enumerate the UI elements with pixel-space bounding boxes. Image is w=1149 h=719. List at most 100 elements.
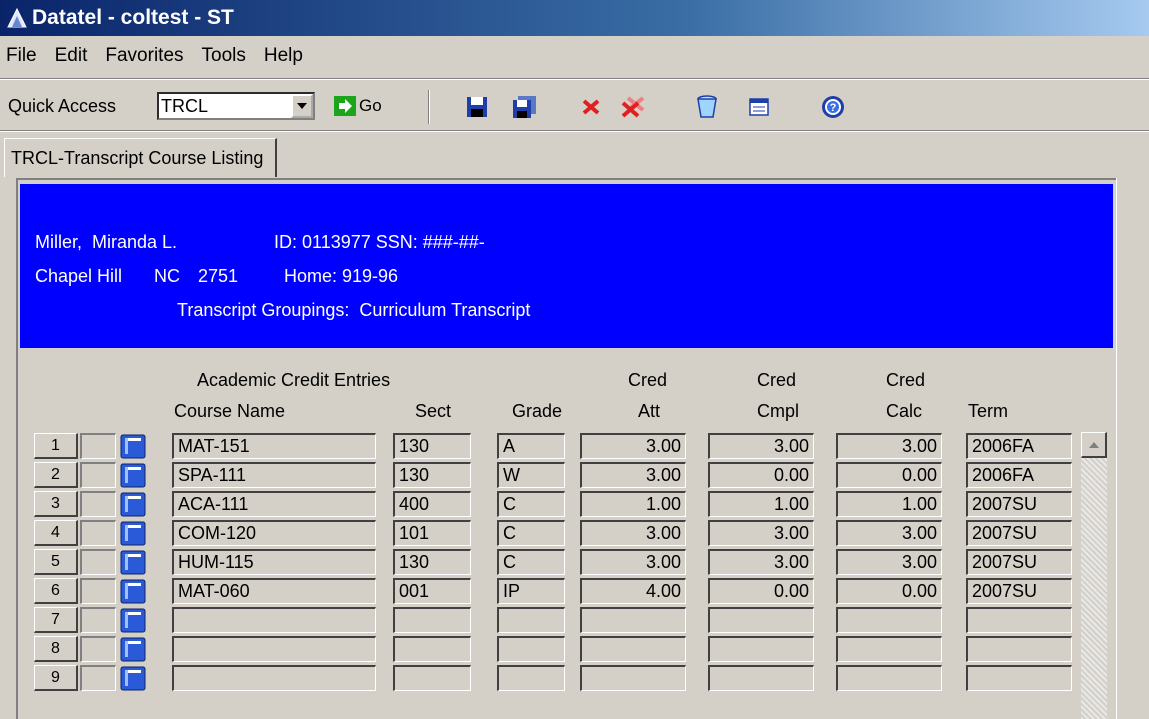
sect-field[interactable]	[393, 665, 471, 691]
term-field[interactable]: 2006FA	[966, 462, 1072, 488]
cred-calc-field[interactable]	[836, 607, 942, 633]
cred-att-field[interactable]	[580, 607, 686, 633]
dropdown-arrow-icon[interactable]	[291, 94, 313, 118]
row-number-button[interactable]: 4	[34, 520, 78, 546]
sect-field[interactable]: 101	[393, 520, 471, 546]
term-field[interactable]: 2007SU	[966, 549, 1072, 575]
cred-calc-field[interactable]	[836, 636, 942, 662]
scroll-up-icon[interactable]	[1081, 432, 1107, 458]
row-number-button[interactable]: 1	[34, 433, 78, 459]
cred-cmpl-field[interactable]: 1.00	[708, 491, 814, 517]
sect-field[interactable]	[393, 607, 471, 633]
term-field[interactable]	[966, 665, 1072, 691]
course-name-field[interactable]: SPA-111	[172, 462, 376, 488]
cred-cmpl-field[interactable]: 3.00	[708, 549, 814, 575]
cred-calc-field[interactable]: 0.00	[836, 462, 942, 488]
row-marker-field[interactable]	[80, 665, 116, 691]
row-number-button[interactable]: 9	[34, 665, 78, 691]
course-name-field[interactable]: HUM-115	[172, 549, 376, 575]
row-marker-field[interactable]	[80, 491, 116, 517]
cred-cmpl-field[interactable]: 0.00	[708, 578, 814, 604]
cred-att-field[interactable]	[580, 636, 686, 662]
grade-field[interactable]	[497, 607, 565, 633]
cred-att-field[interactable]	[580, 665, 686, 691]
cred-cmpl-field[interactable]	[708, 665, 814, 691]
row-marker-field[interactable]	[80, 462, 116, 488]
vertical-scrollbar[interactable]	[1081, 432, 1107, 719]
cred-calc-field[interactable]: 3.00	[836, 549, 942, 575]
row-marker-field[interactable]	[80, 607, 116, 633]
quick-access-combobox[interactable]: TRCL	[157, 92, 315, 120]
delete-button[interactable]	[692, 92, 722, 122]
sect-field[interactable]: 130	[393, 549, 471, 575]
sect-field[interactable]	[393, 636, 471, 662]
row-number-button[interactable]: 7	[34, 607, 78, 633]
row-number-button[interactable]: 5	[34, 549, 78, 575]
sect-field[interactable]: 130	[393, 462, 471, 488]
row-marker-field[interactable]	[80, 578, 116, 604]
sect-field[interactable]: 400	[393, 491, 471, 517]
menu-favorites[interactable]: Favorites	[96, 45, 192, 67]
menu-tools[interactable]: Tools	[193, 45, 255, 67]
row-marker-field[interactable]	[80, 549, 116, 575]
grade-field[interactable]: C	[497, 491, 565, 517]
term-field[interactable]: 2006FA	[966, 433, 1072, 459]
detail-icon[interactable]	[120, 579, 146, 604]
grade-field[interactable]: IP	[497, 578, 565, 604]
cred-cmpl-field[interactable]	[708, 636, 814, 662]
cred-att-field[interactable]: 4.00	[580, 578, 686, 604]
course-name-field[interactable]: ACA-111	[172, 491, 376, 517]
row-marker-field[interactable]	[80, 636, 116, 662]
course-name-field[interactable]: COM-120	[172, 520, 376, 546]
course-name-field[interactable]: MAT-060	[172, 578, 376, 604]
row-number-button[interactable]: 2	[34, 462, 78, 488]
cred-calc-field[interactable]	[836, 665, 942, 691]
detail-icon[interactable]	[120, 521, 146, 546]
detail-icon[interactable]	[120, 550, 146, 575]
cred-calc-field[interactable]: 0.00	[836, 578, 942, 604]
detail-icon[interactable]	[120, 492, 146, 517]
detail-icon[interactable]	[120, 608, 146, 633]
term-field[interactable]: 2007SU	[966, 520, 1072, 546]
cred-cmpl-field[interactable]	[708, 607, 814, 633]
cred-att-field[interactable]: 3.00	[580, 433, 686, 459]
tab-trcl[interactable]: TRCL-Transcript Course Listing	[4, 138, 278, 177]
save-all-button[interactable]	[510, 92, 540, 122]
row-number-button[interactable]: 3	[34, 491, 78, 517]
course-name-field[interactable]	[172, 665, 376, 691]
cred-att-field[interactable]: 3.00	[580, 520, 686, 546]
detail-icon[interactable]	[120, 434, 146, 459]
help-button[interactable]: ?	[818, 92, 848, 122]
row-marker-field[interactable]	[80, 433, 116, 459]
cred-calc-field[interactable]: 3.00	[836, 433, 942, 459]
row-number-button[interactable]: 8	[34, 636, 78, 662]
quick-access-value[interactable]: TRCL	[161, 96, 208, 117]
term-field[interactable]: 2007SU	[966, 491, 1072, 517]
sect-field[interactable]: 001	[393, 578, 471, 604]
cred-cmpl-field[interactable]: 3.00	[708, 520, 814, 546]
detail-icon[interactable]	[120, 637, 146, 662]
row-marker-field[interactable]	[80, 520, 116, 546]
cred-att-field[interactable]: 3.00	[580, 462, 686, 488]
course-name-field[interactable]: MAT-151	[172, 433, 376, 459]
term-field[interactable]	[966, 607, 1072, 633]
course-name-field[interactable]	[172, 607, 376, 633]
cred-calc-field[interactable]: 1.00	[836, 491, 942, 517]
menu-help[interactable]: Help	[255, 45, 312, 67]
cred-att-field[interactable]: 3.00	[580, 549, 686, 575]
term-field[interactable]	[966, 636, 1072, 662]
grade-field[interactable]: A	[497, 433, 565, 459]
grade-field[interactable]	[497, 665, 565, 691]
cred-att-field[interactable]: 1.00	[580, 491, 686, 517]
detail-icon[interactable]	[120, 666, 146, 691]
cred-cmpl-field[interactable]: 0.00	[708, 462, 814, 488]
row-number-button[interactable]: 6	[34, 578, 78, 604]
cancel-button[interactable]	[576, 92, 606, 122]
detail-icon[interactable]	[120, 463, 146, 488]
menu-edit[interactable]: Edit	[46, 45, 97, 67]
sect-field[interactable]: 130	[393, 433, 471, 459]
grade-field[interactable]: W	[497, 462, 565, 488]
menu-file[interactable]: File	[0, 45, 46, 67]
form-button[interactable]	[744, 92, 774, 122]
save-button[interactable]	[462, 92, 492, 122]
